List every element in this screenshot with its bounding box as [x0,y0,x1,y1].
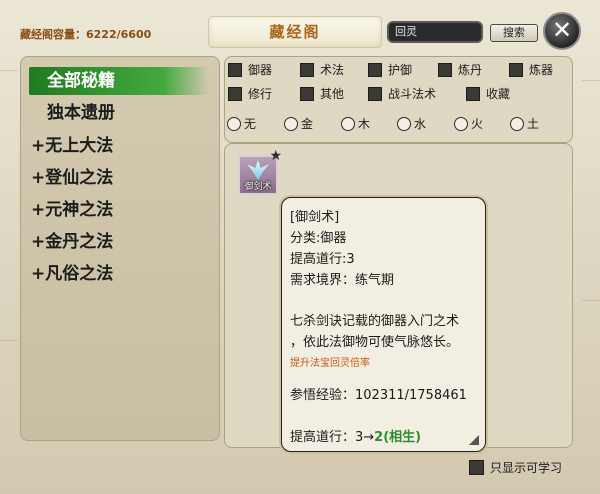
filter-label: 水 [414,117,427,131]
filter-label: 无 [244,117,257,131]
capacity-value: 6222/6600 [86,28,152,41]
filter-label: 土 [527,117,540,131]
filter-element-wood[interactable]: 木 [341,115,370,133]
tooltip-desc-line2: ，依此法御物可使气脉悠长。 [290,335,460,350]
checkbox[interactable] [300,86,314,101]
category-label: +元神之法 [31,200,114,220]
category-immortal[interactable]: +登仙之法 [29,164,209,192]
category-label: 全部秘籍 [47,71,115,91]
filter-element-none[interactable]: 无 [227,115,256,133]
filter-label: 木 [358,117,371,131]
filter-type-huyu[interactable]: 护御 [368,62,412,78]
filter-label: 修行 [248,87,273,101]
checkbox[interactable] [438,62,452,77]
filter-element-water[interactable]: 水 [397,115,426,133]
filter-type-favorite[interactable]: 收藏 [466,86,510,102]
search-input[interactable]: 回灵 [387,21,483,43]
category-label: +登仙之法 [31,168,114,188]
category-label: +金丹之法 [31,232,114,252]
filter-type-yuqi[interactable]: 御器 [228,62,272,78]
filter-type-lianqi[interactable]: 炼器 [509,62,553,78]
filter-label: 火 [471,117,484,131]
checkbox[interactable] [228,86,242,101]
tooltip-boost: 提高道行:3 [290,252,355,267]
decor-line [0,70,18,71]
filter-label: 术法 [320,63,345,77]
radio-button[interactable] [227,116,241,131]
filter-label: 金 [301,117,314,131]
filter-label: 护御 [388,63,413,77]
checkbox[interactable] [466,86,480,101]
category-spirit[interactable]: +元神之法 [29,196,209,224]
radio-button[interactable] [397,116,411,131]
category-label: +凡俗之法 [31,264,114,284]
tooltip-desc-line1: 七杀剑诀记载的御器入门之术 [290,314,460,329]
filter-label: 战斗法术 [388,87,437,101]
decor-line [582,80,600,81]
radio-button[interactable] [510,116,524,131]
radio-button[interactable] [341,116,355,131]
checkbox[interactable] [368,62,382,77]
filter-label: 炼丹 [458,63,483,77]
filter-type-liandan[interactable]: 炼丹 [438,62,482,78]
category-label: +无上大法 [31,136,114,156]
flying-sword-icon [247,160,269,180]
tooltip-title: [御剑术] [290,210,340,225]
category-label: 独本遗册 [47,103,115,123]
filter-element-metal[interactable]: 金 [284,115,313,133]
filter-label: 其他 [320,87,345,101]
book-item[interactable]: ★ 御剑术 [238,148,282,195]
filter-element-earth[interactable]: 土 [510,115,539,133]
filter-type-shufa[interactable]: 术法 [300,62,344,78]
filter-label: 炼器 [529,63,554,77]
filter-type-xiuxing[interactable]: 修行 [228,86,272,102]
filter-label: 御器 [248,63,273,77]
tooltip-experience: 参悟经验：102311/1758461 [290,388,467,403]
category-unique[interactable]: 独本遗册 [29,99,209,127]
tooltip-category: 分类:御器 [290,231,347,246]
checkbox[interactable] [469,460,484,475]
category-sidebar: 全部秘籍 独本遗册 +无上大法 +登仙之法 +元神之法 +金丹之法 +凡俗之法 [20,56,220,441]
learnable-label: 只显示可学习 [490,461,563,475]
category-mortal[interactable]: +凡俗之法 [29,260,209,288]
filter-element-fire[interactable]: 火 [454,115,483,133]
book-tooltip: [御剑术] 分类:御器 提高道行:3 需求境界：练气期 七杀剑诀记载的御器入门之… [281,197,486,452]
radio-button[interactable] [284,116,298,131]
page-title: 藏经阁 [208,16,382,48]
category-all[interactable]: 全部秘籍 [29,67,209,95]
capacity-text: 藏经阁容量：6222/6600 [20,26,151,42]
checkbox[interactable] [228,62,242,77]
filter-label: 收藏 [486,87,511,101]
category-golden-core[interactable]: +金丹之法 [29,228,209,256]
capacity-label: 藏经阁容量： [20,28,86,41]
tooltip-realm: 需求境界：练气期 [290,273,395,288]
search-button[interactable]: 搜索 [490,24,538,42]
filter-type-qita[interactable]: 其他 [300,86,344,102]
decor-line [582,300,600,301]
boost-value: 2(相生) [374,430,422,445]
decor-line [0,340,18,341]
boost-prefix: 提高道行：3→ [290,430,375,445]
tooltip-effect: 提升法宝回灵倍率 [290,358,370,369]
checkbox[interactable] [300,62,314,77]
star-icon: ★ [269,148,282,164]
checkbox[interactable] [509,62,523,77]
close-icon[interactable]: ✕ [543,12,581,50]
learnable-only-toggle[interactable]: 只显示可学习 [469,460,562,476]
checkbox[interactable] [368,86,382,101]
book-label: 御剑术 [244,182,272,192]
radio-button[interactable] [454,116,468,131]
category-supreme[interactable]: +无上大法 [29,132,209,160]
filter-type-battle-spell[interactable]: 战斗法术 [368,86,436,102]
resize-handle-icon [469,435,479,445]
tooltip-boost-change: 提高道行：3→2(相生) [290,426,421,445]
